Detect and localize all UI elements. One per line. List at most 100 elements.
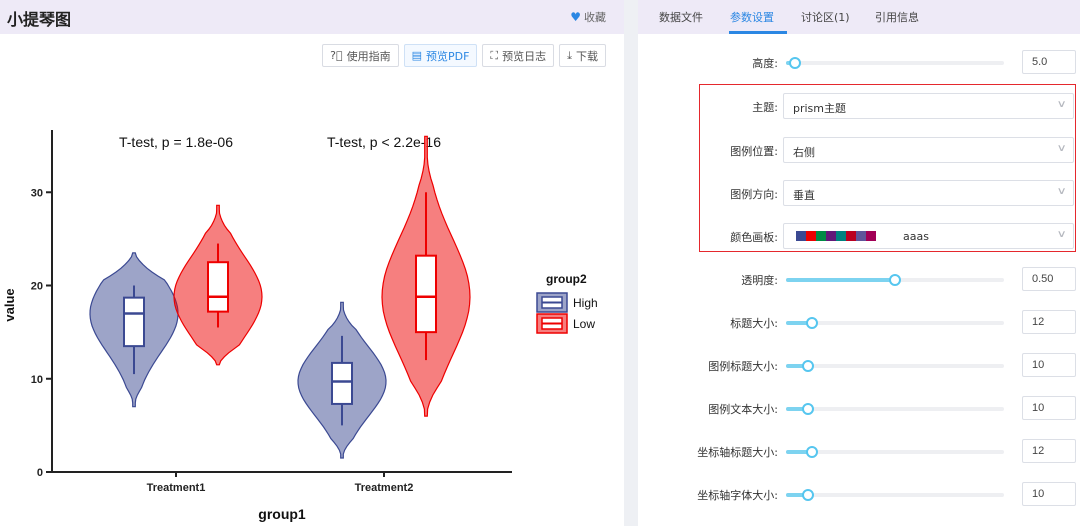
palette-swatch (846, 231, 856, 241)
palette-swatch (836, 231, 846, 241)
chevron-down-icon: ∨ (1056, 143, 1067, 154)
chevron-down-icon: ∨ (1056, 229, 1067, 240)
violin-chart: 0 10 20 30 Treatment1 Treatment2 group1 value T-… (2, 130, 598, 522)
legend-title-size-input[interactable]: 10 (1022, 353, 1076, 377)
opacity-input[interactable]: 0.50 (1022, 267, 1076, 291)
legend-label: High (573, 296, 598, 310)
palette-swatch (866, 231, 876, 241)
box-low (415, 254, 437, 334)
setting-palette: 颜色画板: aaas ∨ (638, 221, 1080, 251)
y-tick-label: 0 (37, 467, 43, 479)
legend-text-size-slider-handle[interactable] (801, 403, 814, 415)
height-slider[interactable] (786, 57, 1004, 69)
plot-toolbar: ?⃝ 使用指南 ▤ 预览PDF ⛶ 预览日志 ⤓ 下载 (322, 44, 606, 67)
axis-font-size-input[interactable]: 10 (1022, 482, 1076, 506)
x-tick-label: Treatment2 (355, 482, 414, 494)
title-size-input[interactable]: 12 (1022, 310, 1076, 334)
x-tick-label: Treatment1 (147, 482, 206, 494)
legend-text-size-input[interactable]: 10 (1022, 396, 1076, 420)
setting-axis-title-size: 坐标轴标题大小: 12 (638, 436, 1080, 466)
box-high (123, 296, 145, 348)
axis-title-size-slider-handle[interactable] (806, 446, 819, 458)
preview-pdf-button[interactable]: ▤ 预览PDF (403, 44, 478, 67)
y-axis-title: value (2, 288, 17, 321)
setting-legend-title-size: 图例标题大小: 10 (638, 350, 1080, 380)
palette-select[interactable]: aaas ∨ (783, 223, 1074, 249)
legend-direction-value: 垂直 (793, 189, 815, 202)
preview-log-label: 预览日志 (502, 49, 547, 63)
height-input[interactable]: 5.0 (1022, 50, 1076, 74)
box-high (331, 361, 353, 405)
legend-direction-select[interactable]: 垂直 ∨ (783, 180, 1074, 206)
axis-title-size-input[interactable]: 12 (1022, 439, 1076, 463)
legend-text-size-label: 图例文本大小: (708, 403, 778, 416)
download-icon: ⤓ (567, 48, 572, 62)
chevron-down-icon: ∨ (1056, 99, 1067, 110)
legend-position-select[interactable]: 右侧 ∨ (783, 137, 1074, 163)
download-label: 下载 (576, 49, 598, 63)
legend-title: group2 (546, 272, 587, 286)
guide-button[interactable]: ?⃝ 使用指南 (322, 44, 399, 67)
palette-swatch (806, 231, 816, 241)
legend-direction-label: 图例方向: (730, 188, 778, 201)
axis-font-size-slider-handle[interactable] (801, 489, 814, 501)
p-value-annotation: T-test, p = 1.8e-06 (119, 134, 233, 150)
setting-axis-font-size: 坐标轴字体大小: 10 (638, 479, 1080, 509)
palette-label: 颜色画板: (730, 231, 778, 244)
palette-swatch (816, 231, 826, 241)
tab-discussion[interactable]: 讨论区(1) (801, 9, 850, 25)
theme-value: prism主题 (793, 102, 847, 115)
palette-swatch (826, 231, 836, 241)
setting-title-size: 标题大小: 12 (638, 307, 1080, 337)
axis-title-size-slider[interactable] (786, 446, 1004, 458)
opacity-slider-handle[interactable] (889, 274, 901, 286)
favorite-label: 收藏 (584, 11, 606, 24)
opacity-slider[interactable] (786, 274, 1004, 286)
legend-text-size-slider[interactable] (786, 403, 1004, 415)
settings-tabs: 数据文件 参数设置 讨论区(1) 引用信息 (638, 0, 1080, 34)
plot-panel-header: 小提琴图 ♥ 收藏 (0, 0, 624, 34)
setting-opacity: 透明度: 0.50 (638, 264, 1080, 294)
setting-legend-direction: 图例方向: 垂直 ∨ (638, 178, 1080, 208)
settings-panel: 数据文件 参数设置 讨论区(1) 引用信息 高度: 5.0 主题: prism主… (638, 0, 1080, 526)
title-size-label: 标题大小: (730, 317, 778, 330)
page-title: 小提琴图 (7, 10, 72, 29)
preview-log-button[interactable]: ⛶ 预览日志 (482, 44, 555, 67)
palette-value: aaas (903, 230, 929, 243)
legend-position-value: 右侧 (793, 146, 815, 159)
preview-pdf-label: 预览PDF (425, 49, 470, 63)
setting-legend-position: 图例位置: 右侧 ∨ (638, 135, 1080, 165)
y-tick-label: 30 (31, 187, 43, 199)
heart-icon: ♥ (570, 10, 581, 24)
setting-height: 高度: 5.0 (638, 47, 1080, 77)
y-tick-label: 20 (31, 281, 43, 293)
tab-parameters[interactable]: 参数设置 (730, 9, 774, 25)
tab-citation[interactable]: 引用信息 (875, 9, 919, 25)
legend-position-label: 图例位置: (730, 145, 778, 158)
download-button[interactable]: ⤓ 下载 (559, 44, 606, 67)
tab-data-file[interactable]: 数据文件 (659, 9, 703, 25)
palette-swatch (856, 231, 866, 241)
opacity-label: 透明度: (741, 274, 778, 287)
x-axis-title: group1 (258, 506, 306, 522)
setting-theme: 主题: prism主题 ∨ (638, 91, 1080, 121)
document-icon: ▤ (411, 49, 422, 62)
guide-button-label: 使用指南 (346, 49, 391, 63)
theme-label: 主题: (752, 101, 778, 114)
legend-title-size-slider[interactable] (786, 360, 1004, 372)
axis-font-size-slider[interactable] (786, 489, 1004, 501)
axis-title-size-label: 坐标轴标题大小: (697, 446, 778, 459)
legend-title-size-slider-handle[interactable] (801, 360, 814, 372)
legend-label: Low (573, 317, 595, 331)
height-slider-handle[interactable] (788, 57, 801, 69)
favorite-button[interactable]: ♥ 收藏 (570, 9, 606, 25)
help-circle-icon: ?⃝ (330, 49, 343, 62)
palette-swatch (796, 231, 806, 241)
axis-font-size-label: 坐标轴字体大小: (697, 489, 778, 502)
height-label: 高度: (752, 57, 778, 70)
theme-select[interactable]: prism主题 ∨ (783, 93, 1074, 119)
title-size-slider-handle[interactable] (806, 317, 819, 329)
chevron-down-icon: ∨ (1056, 186, 1067, 197)
legend-title-size-label: 图例标题大小: (708, 360, 778, 373)
title-size-slider[interactable] (786, 317, 1004, 329)
